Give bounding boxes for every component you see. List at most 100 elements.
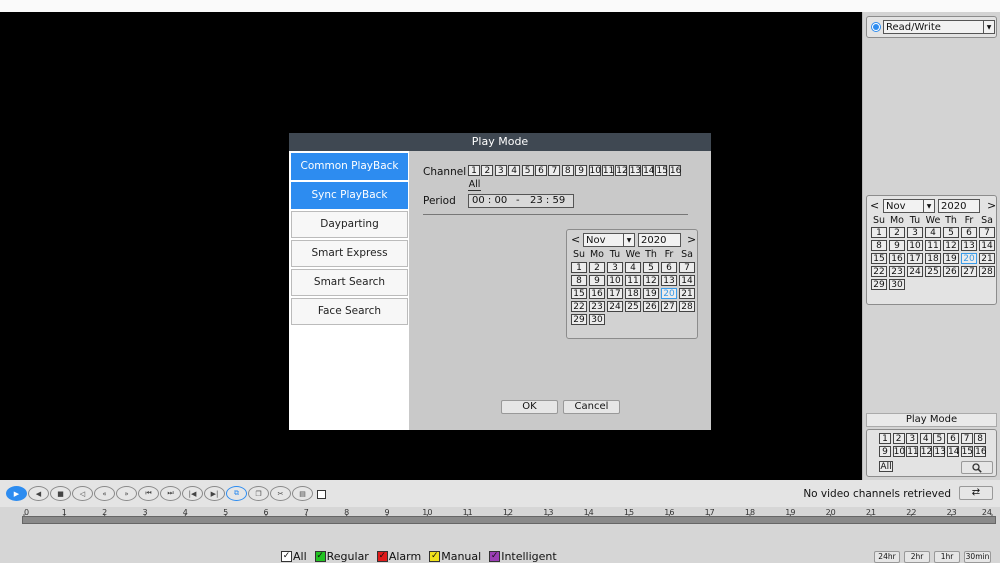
ok-button[interactable]: OK: [501, 400, 558, 414]
mode-dayparting[interactable]: Dayparting: [291, 211, 408, 238]
channel-checkbox-4[interactable]: 4: [508, 165, 521, 176]
calendar-day-26[interactable]: 26: [643, 301, 659, 312]
channel-checkbox-14[interactable]: 14: [642, 165, 655, 176]
calendar-day-30[interactable]: 30: [889, 279, 905, 290]
calendar-day-21[interactable]: 21: [979, 253, 995, 264]
calendar-day-19[interactable]: 19: [943, 253, 959, 264]
channel-checkbox-11[interactable]: 11: [601, 165, 614, 176]
period-end[interactable]: 23 : 59: [530, 195, 565, 207]
right-channel-5[interactable]: 5: [933, 433, 946, 444]
calendar-day-28[interactable]: 28: [979, 266, 995, 277]
legend-manual[interactable]: ✓ Manual: [429, 550, 481, 563]
calendar-day-13[interactable]: 13: [961, 240, 977, 251]
calendar-day-21[interactable]: 21: [679, 288, 695, 299]
right-channel-1[interactable]: 1: [879, 433, 891, 444]
mode-face-search[interactable]: Face Search: [291, 298, 408, 325]
prev-frame-button[interactable]: |◀: [182, 486, 203, 501]
mode-sync-playback[interactable]: Sync PlayBack: [291, 182, 408, 209]
zoom-30min-button[interactable]: 30min: [964, 551, 991, 563]
zoom-1hr-button[interactable]: 1hr: [934, 551, 960, 563]
calendar-day-25[interactable]: 25: [625, 301, 641, 312]
calendar-day-4[interactable]: 4: [625, 262, 641, 273]
channel-checkbox-8[interactable]: 8: [561, 165, 574, 176]
calendar-day-27[interactable]: 27: [661, 301, 677, 312]
right-channel-9[interactable]: 9: [879, 446, 891, 457]
month-select[interactable]: Nov ▼: [883, 199, 935, 213]
calendar-day-5[interactable]: 5: [943, 227, 959, 238]
channel-checkbox-13[interactable]: 13: [628, 165, 641, 176]
calendar-day-13[interactable]: 13: [661, 275, 677, 286]
calendar-day-12[interactable]: 12: [643, 275, 659, 286]
calendar-day-14[interactable]: 14: [979, 240, 995, 251]
timeline-track[interactable]: [22, 516, 996, 524]
calendar-day-16[interactable]: 16: [589, 288, 605, 299]
calendar-day-1[interactable]: 1: [571, 262, 587, 273]
cancel-button[interactable]: Cancel: [563, 400, 620, 414]
calendar-day-29[interactable]: 29: [871, 279, 887, 290]
save-button[interactable]: ▤: [292, 486, 313, 501]
prev-month-button[interactable]: <: [870, 199, 880, 212]
right-channel-13[interactable]: 13: [933, 446, 946, 457]
calendar-day-9[interactable]: 9: [589, 275, 605, 286]
calendar-day-5[interactable]: 5: [643, 262, 659, 273]
calendar-day-17[interactable]: 17: [607, 288, 623, 299]
right-channel-8[interactable]: 8: [974, 433, 987, 444]
prev-file-button[interactable]: ⏮: [138, 486, 159, 501]
right-channel-4[interactable]: 4: [919, 433, 932, 444]
calendar-day-2[interactable]: 2: [889, 227, 905, 238]
channel-checkbox-5[interactable]: 5: [521, 165, 534, 176]
legend-all[interactable]: ✓ All: [281, 550, 307, 563]
next-frame-button[interactable]: ▶|: [204, 486, 225, 501]
calendar-day-23[interactable]: 23: [889, 266, 905, 277]
calendar-day-14[interactable]: 14: [679, 275, 695, 286]
right-channel-14[interactable]: 14: [946, 446, 959, 457]
play-mode-button[interactable]: Play Mode: [866, 413, 997, 427]
rewind-button[interactable]: ◀: [28, 486, 49, 501]
calendar-day-2[interactable]: 2: [589, 262, 605, 273]
channel-checkbox-12[interactable]: 12: [615, 165, 628, 176]
calendar-day-18[interactable]: 18: [925, 253, 941, 264]
calendar-day-6[interactable]: 6: [961, 227, 977, 238]
mode-common-playback[interactable]: Common PlayBack: [291, 153, 408, 180]
calendar-day-11[interactable]: 11: [925, 240, 941, 251]
right-channel-2[interactable]: 2: [892, 433, 905, 444]
stop-button[interactable]: ■: [50, 486, 71, 501]
calendar-day-1[interactable]: 1: [871, 227, 887, 238]
calendar-day-22[interactable]: 22: [871, 266, 887, 277]
calendar-day-7[interactable]: 7: [679, 262, 695, 273]
mode-radio[interactable]: [871, 22, 881, 32]
channel-checkbox-7[interactable]: 7: [548, 165, 561, 176]
all-channels-button[interactable]: All: [468, 179, 481, 191]
channel-checkbox-6[interactable]: 6: [534, 165, 547, 176]
calendar-day-8[interactable]: 8: [571, 275, 587, 286]
calendar-day-20[interactable]: 20: [961, 253, 977, 264]
month-select[interactable]: Nov ▼: [583, 233, 635, 247]
right-channel-11[interactable]: 11: [906, 446, 919, 457]
calendar-day-23[interactable]: 23: [589, 301, 605, 312]
legend-checkbox[interactable]: ✓: [376, 551, 388, 562]
next-month-button[interactable]: >: [687, 233, 697, 246]
right-channel-12[interactable]: 12: [919, 446, 932, 457]
clip-button[interactable]: ✂: [270, 486, 291, 501]
reverse-play-button[interactable]: ◁: [72, 486, 93, 501]
legend-checkbox[interactable]: ✓: [314, 551, 326, 562]
calendar-day-6[interactable]: 6: [661, 262, 677, 273]
zoom-24hr-button[interactable]: 24hr: [874, 551, 900, 563]
right-channel-16[interactable]: 16: [974, 446, 987, 457]
channel-checkbox-9[interactable]: 9: [575, 165, 588, 176]
legend-checkbox[interactable]: ✓: [489, 551, 501, 562]
calendar-day-3[interactable]: 3: [607, 262, 623, 273]
channel-checkbox-15[interactable]: 15: [655, 165, 668, 176]
calendar-day-4[interactable]: 4: [925, 227, 941, 238]
refresh-button[interactable]: ⇄: [959, 486, 993, 500]
calendar-day-22[interactable]: 22: [571, 301, 587, 312]
channel-checkbox-3[interactable]: 3: [494, 165, 507, 176]
legend-regular[interactable]: ✓ Regular: [314, 550, 369, 563]
calendar-day-9[interactable]: 9: [889, 240, 905, 251]
search-button[interactable]: [961, 461, 993, 474]
right-channel-6[interactable]: 6: [946, 433, 959, 444]
year-select[interactable]: 2020: [938, 199, 980, 213]
calendar-day-27[interactable]: 27: [961, 266, 977, 277]
fullscreen-button[interactable]: ⧉: [226, 486, 247, 501]
calendar-day-17[interactable]: 17: [907, 253, 923, 264]
